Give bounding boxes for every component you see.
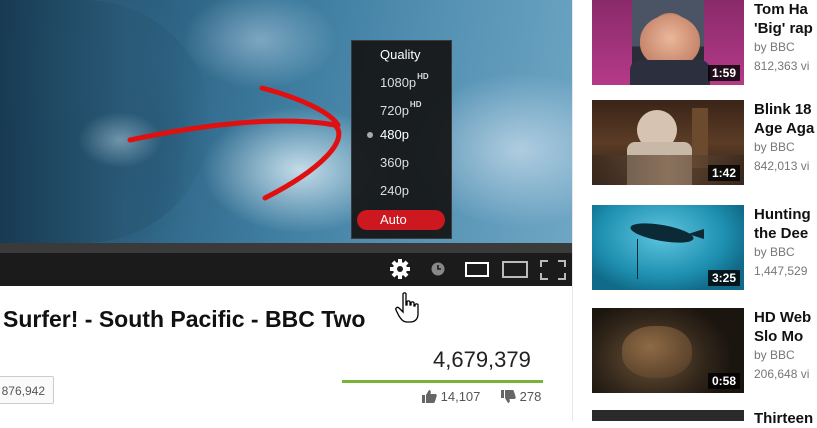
thumbs-up-icon	[422, 390, 437, 403]
quality-option-label: 480p	[380, 127, 409, 142]
progress-bar[interactable]	[0, 243, 572, 253]
quality-option-label: 720p	[380, 103, 409, 118]
thumbs-down-icon	[501, 390, 516, 403]
related-video-title[interactable]: Hunting the Dee	[754, 205, 817, 243]
related-view-count: 1,447,529	[754, 264, 808, 278]
related-video-title[interactable]: Blink 18 Age Aga	[754, 100, 817, 138]
related-view-count: 206,648 vi	[754, 367, 810, 381]
channel-name[interactable]: by BBC	[754, 140, 795, 154]
related-view-count: 812,363 vi	[754, 59, 810, 73]
related-video-title[interactable]: Tom Ha 'Big' rap	[754, 0, 817, 38]
small-player-icon[interactable]	[465, 262, 489, 277]
hd-badge: HD	[417, 72, 429, 81]
quality-option-240p[interactable]: 240p	[380, 183, 409, 198]
quality-option-1080p[interactable]: 1080pHD	[380, 72, 429, 90]
selected-indicator-icon	[367, 132, 373, 138]
red-arrow-annotation	[127, 85, 342, 201]
quality-option-auto[interactable]: Auto	[357, 210, 445, 230]
view-count: 4,679,379	[433, 347, 531, 372]
related-video-4[interactable]: 0:58 HD Web Slo Mo by BBC 206,648 vi	[592, 308, 817, 393]
video-duration: 3:25	[707, 270, 740, 286]
video-title: Surfer! - South Pacific - BBC Two	[3, 306, 366, 332]
video-thumbnail[interactable]: 1:59	[592, 0, 744, 85]
related-video-3[interactable]: 3:25 Hunting the Dee by BBC 1,447,529	[592, 205, 817, 290]
dislike-count: 278	[519, 389, 542, 404]
quality-menu: Quality 1080pHD 720pHD 480p 360p 240p Au…	[351, 40, 452, 239]
video-duration: 1:59	[707, 65, 740, 81]
quality-option-360p[interactable]: 360p	[380, 155, 409, 170]
video-thumbnail[interactable]: 1:42	[592, 100, 744, 185]
channel-name[interactable]: by BBC	[754, 40, 795, 54]
sidebar-divider	[572, 0, 573, 421]
quality-menu-title: Quality	[380, 47, 421, 62]
quality-option-720p[interactable]: 720pHD	[380, 100, 421, 118]
video-duration: 1:42	[707, 165, 740, 181]
dislike-button[interactable]: 278	[501, 389, 541, 404]
related-video-title[interactable]: Thirteen	[754, 409, 817, 428]
video-thumbnail[interactable]	[592, 410, 744, 421]
like-button[interactable]: 14,107	[422, 389, 480, 404]
quality-option-label: 1080p	[380, 75, 417, 90]
fullscreen-icon[interactable]	[540, 260, 566, 280]
related-video-2[interactable]: 1:42 Blink 18 Age Aga by BBC 842,013 vi	[592, 100, 817, 185]
quality-option-label: 360p	[380, 155, 409, 170]
large-player-icon[interactable]	[502, 261, 528, 278]
player-control-bar	[0, 243, 572, 286]
like-ratio-bar	[342, 380, 543, 383]
video-duration: 0:58	[707, 373, 740, 389]
quality-option-label: 240p	[380, 183, 409, 198]
related-video-5[interactable]: Thirteen	[592, 410, 817, 427]
related-video-1[interactable]: 1:59 Tom Ha 'Big' rap by BBC 812,363 vi	[592, 0, 817, 85]
subscriber-count: 876,942	[0, 376, 54, 404]
video-thumbnail[interactable]: 3:25	[592, 205, 744, 290]
watch-later-icon[interactable]	[431, 262, 445, 276]
video-thumbnail[interactable]: 0:58	[592, 308, 744, 393]
hd-badge: HD	[409, 100, 422, 109]
settings-gear-icon[interactable]	[389, 258, 411, 280]
channel-name[interactable]: by BBC	[754, 348, 795, 362]
related-video-title[interactable]: HD Web Slo Mo	[754, 308, 817, 346]
quality-option-label: Auto	[380, 212, 407, 227]
quality-option-480p[interactable]: 480p	[380, 127, 409, 142]
like-count: 14,107	[440, 389, 481, 404]
hand-cursor-icon	[395, 292, 419, 323]
channel-name[interactable]: by BBC	[754, 245, 795, 259]
video-player[interactable]: Quality 1080pHD 720pHD 480p 360p 240p Au…	[0, 0, 572, 243]
related-view-count: 842,013 vi	[754, 159, 810, 173]
